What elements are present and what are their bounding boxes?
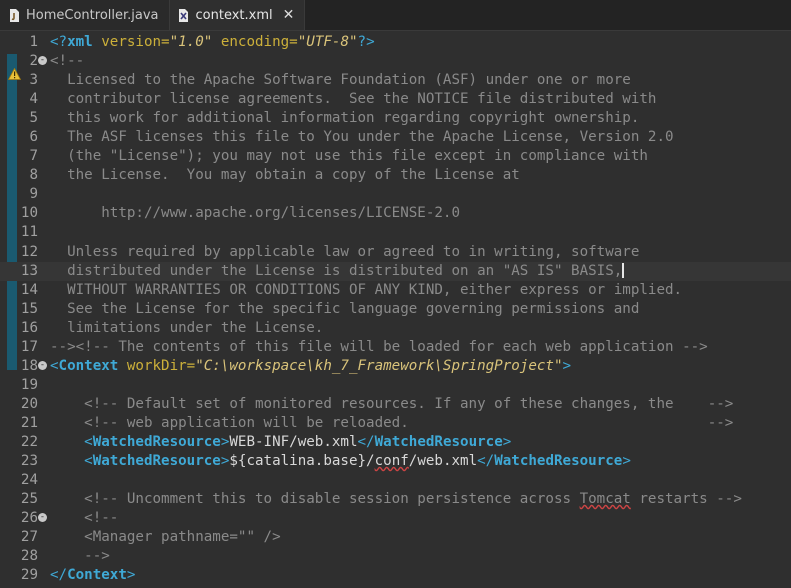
line-number: 9: [29, 186, 38, 203]
code-line: 4 contributor license agreements. See th…: [0, 90, 791, 109]
code-line: 17 --><!-- The contents of this file will…: [0, 338, 791, 357]
code-line: 16 limitations under the License.: [0, 319, 791, 338]
line-number: 19: [20, 376, 38, 393]
code-line: 8 the License. You may obtain a copy of …: [0, 166, 791, 185]
code-line: 12 Unless required by applicable law or …: [0, 243, 791, 262]
tab-label: HomeController.java: [26, 7, 159, 23]
code-line: 28 -->: [0, 547, 791, 566]
tab-label: context.xml: [195, 7, 273, 23]
line-number: 12: [20, 243, 38, 260]
code-line: 24: [0, 471, 791, 490]
editor-tab-bar: HomeController.java context.xml ✕: [0, 0, 791, 31]
code-line: 15 See the License for the specific lang…: [0, 300, 791, 319]
code-line: 10 http://www.apache.org/licenses/LICENS…: [0, 204, 791, 223]
code-line: 7 (the "License"); you may not use this …: [0, 147, 791, 166]
line-number: 4: [29, 91, 38, 108]
code-line: 6 The ASF licenses this file to You unde…: [0, 128, 791, 147]
java-file-icon: [8, 8, 20, 22]
line-number: 18: [20, 357, 38, 374]
code-line: 25 <!-- Uncomment this to disable sessio…: [0, 490, 791, 509]
line-number: 20: [20, 395, 38, 412]
xml-file-icon: [178, 8, 190, 22]
line-number: 8: [29, 167, 38, 184]
code-line: 27 <Manager pathname="" />: [0, 528, 791, 547]
code-line: 20 <!-- Default set of monitored resourc…: [0, 395, 791, 414]
code-line-current: 13 distributed under the License is dist…: [0, 261, 791, 281]
code-line: 18- <Context workDir="C:\workspace\kh_7_F…: [0, 357, 791, 376]
line-number: 28: [20, 548, 38, 565]
code-line: 1 <?xml version="1.0" encoding="UTF-8"?>: [0, 33, 791, 52]
line-number: 17: [20, 338, 38, 355]
line-number: 5: [29, 110, 38, 127]
code-line: 9: [0, 185, 791, 204]
fold-toggle-icon[interactable]: -: [38, 56, 47, 66]
code-line: 23 <WatchedResource>${catalina.base}/con…: [0, 452, 791, 471]
code-line: 3 Licensed to the Apache Software Founda…: [0, 71, 791, 90]
code-line: 22 <WatchedResource>WEB-INF/web.xml</Wat…: [0, 433, 791, 452]
line-number: 15: [20, 300, 38, 317]
code-line: 11: [0, 223, 791, 242]
line-number: 25: [20, 491, 38, 508]
line-number: 23: [20, 453, 38, 470]
line-number: 27: [20, 529, 38, 546]
tab-context-xml[interactable]: context.xml ✕: [168, 0, 306, 30]
close-icon[interactable]: ✕: [283, 7, 295, 23]
code-lines: 1 <?xml version="1.0" encoding="UTF-8"?> …: [0, 33, 791, 585]
line-number: 7: [29, 148, 38, 165]
fold-toggle-icon[interactable]: -: [38, 360, 47, 370]
code-line: 2- <!--: [0, 52, 791, 71]
line-number: 3: [29, 72, 38, 89]
line-number: 11: [20, 224, 38, 241]
line-number: 13: [20, 262, 38, 279]
tab-home-controller[interactable]: HomeController.java: [0, 0, 169, 30]
code-editor[interactable]: 1 <?xml version="1.0" encoding="UTF-8"?> …: [0, 31, 791, 588]
text-cursor: [622, 263, 625, 279]
line-number: 21: [20, 414, 38, 431]
line-number: 14: [20, 281, 38, 298]
code-line: 5 this work for additional information r…: [0, 109, 791, 128]
line-number: 24: [20, 472, 38, 489]
line-number: 6: [29, 129, 38, 146]
line-number: 26: [20, 510, 38, 527]
code-line: 29 </Context>: [0, 566, 791, 585]
line-number: 1: [29, 34, 38, 50]
line-number: 2: [29, 53, 38, 70]
code-line: 26- <!--: [0, 509, 791, 528]
fold-toggle-icon[interactable]: -: [38, 513, 47, 523]
code-line: 14 WITHOUT WARRANTIES OR CONDITIONS OF A…: [0, 281, 791, 300]
line-number: 16: [20, 319, 38, 336]
code-line: 21 <!-- web application will be reloaded…: [0, 414, 791, 433]
line-number: 10: [20, 205, 38, 222]
line-number: 22: [20, 433, 38, 450]
code-line: 19: [0, 376, 791, 395]
line-number: 29: [20, 567, 38, 584]
